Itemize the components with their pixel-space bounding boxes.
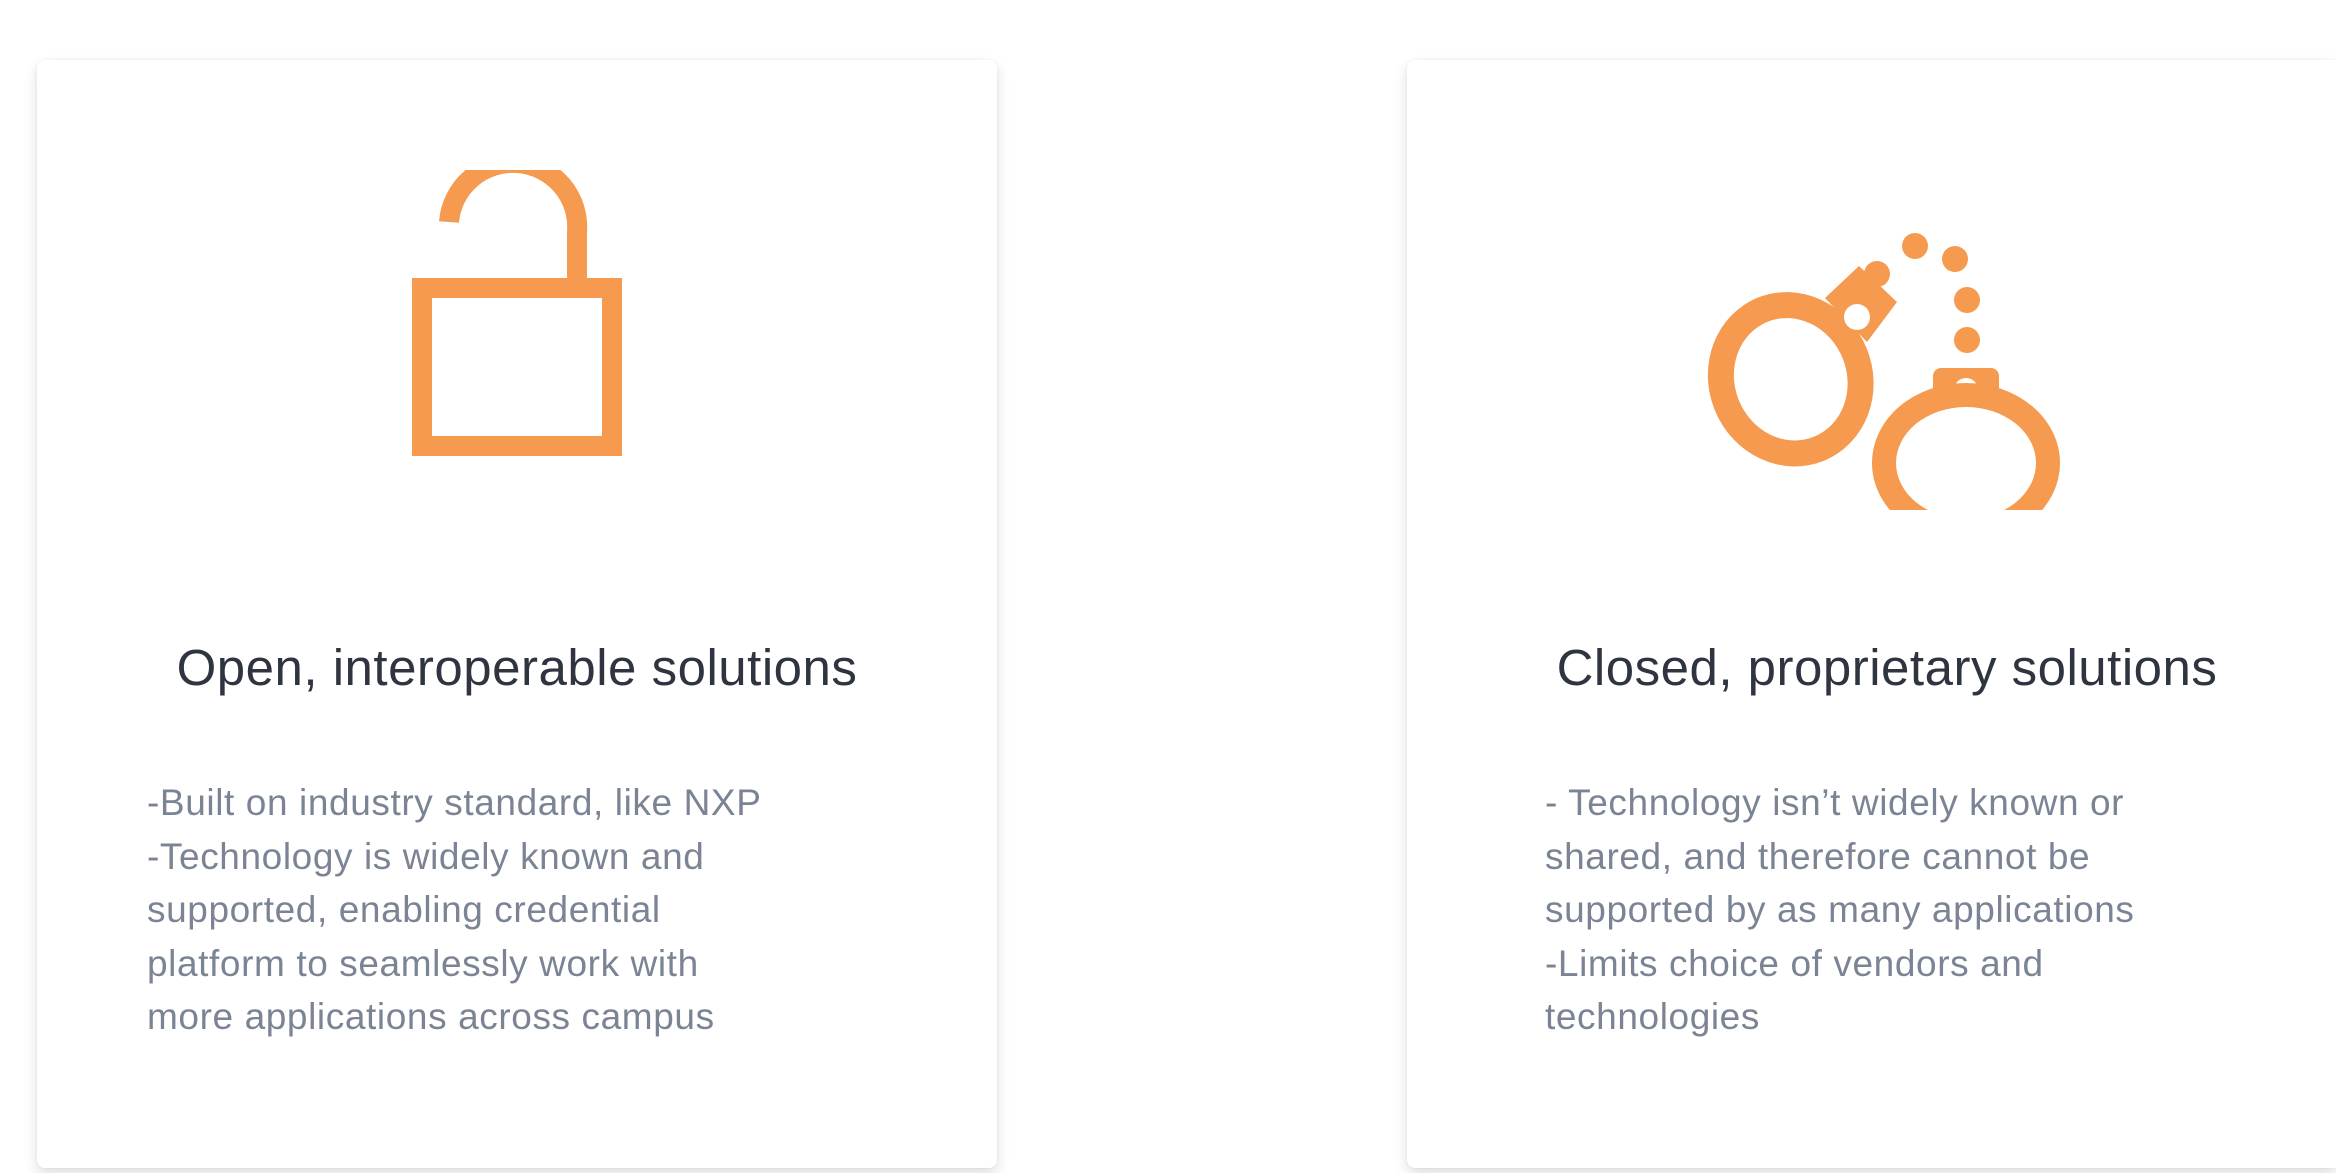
card-title: Open, interoperable solutions xyxy=(176,639,858,696)
closed-icon-container xyxy=(1407,170,2336,570)
unlocked-padlock-icon xyxy=(412,170,622,456)
card-description: - Technology isn’t widely known or share… xyxy=(1545,782,2135,1037)
comparison-section: Open, interoperable solutions -Built on … xyxy=(0,0,2336,1173)
open-icon-container xyxy=(37,170,997,570)
card-description: -Built on industry standard, like NXP -T… xyxy=(147,782,762,1037)
open-solutions-card: Open, interoperable solutions -Built on … xyxy=(37,60,997,1168)
closed-solutions-card: Closed, proprietary solutions - Technolo… xyxy=(1407,60,2336,1168)
handcuffs-icon xyxy=(1707,233,2060,510)
card-title: Closed, proprietary solutions xyxy=(1556,639,2218,696)
